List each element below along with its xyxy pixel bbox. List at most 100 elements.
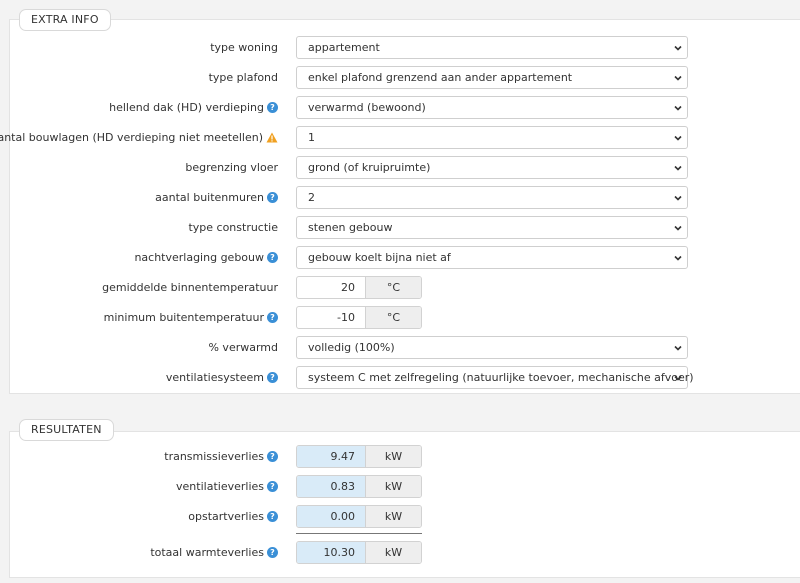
select-nachtverlaging[interactable]: gebouw koelt bijna niet af bbox=[296, 246, 688, 269]
unit-label: kW bbox=[365, 542, 421, 563]
chevron-down-icon bbox=[674, 195, 682, 201]
help-icon[interactable]: ? bbox=[267, 312, 278, 323]
select-aantal-buitenmuren[interactable]: 2 bbox=[296, 186, 688, 209]
chevron-down-icon bbox=[674, 375, 682, 381]
select-hellend-dak[interactable]: verwarmd (bewoond) bbox=[296, 96, 688, 119]
label-text: type plafond bbox=[208, 71, 278, 84]
row-type-constructie: type constructie stenen gebouw bbox=[0, 216, 800, 239]
label-aantal-bouwlagen: aantal bouwlagen (HD verdieping niet mee… bbox=[0, 126, 278, 149]
unit-label: kW bbox=[365, 476, 421, 497]
select-begrenzing-vloer[interactable]: grond (of kruipruimte) bbox=[296, 156, 688, 179]
chevron-down-icon bbox=[674, 165, 682, 171]
result-value: 0.83 bbox=[297, 476, 365, 497]
label-text: type woning bbox=[210, 41, 278, 54]
help-icon[interactable]: ? bbox=[267, 481, 278, 492]
label-text: aantal buitenmuren bbox=[155, 191, 264, 204]
help-icon[interactable]: ? bbox=[267, 372, 278, 383]
label-text: hellend dak (HD) verdieping bbox=[109, 101, 264, 114]
label-ventilatiesysteem: ventilatiesysteem? bbox=[166, 366, 278, 389]
result-value: 10.30 bbox=[297, 542, 365, 563]
select-value: verwarmd (bewoond) bbox=[308, 101, 426, 114]
unit-label: kW bbox=[365, 446, 421, 467]
help-icon[interactable]: ? bbox=[267, 102, 278, 113]
label-type-woning: type woning bbox=[210, 36, 278, 59]
row-binnentemperatuur: gemiddelde binnentemperatuur 20 °C bbox=[0, 276, 800, 299]
select-value: stenen gebouw bbox=[308, 221, 393, 234]
select-type-constructie[interactable]: stenen gebouw bbox=[296, 216, 688, 239]
chevron-down-icon bbox=[674, 75, 682, 81]
row-type-woning: type woning appartement bbox=[0, 36, 800, 59]
row-opstartverlies: opstartverlies? 0.00 kW bbox=[0, 505, 800, 528]
binnentemperatuur-field: 20 °C bbox=[296, 276, 422, 299]
row-ventilatiesysteem: ventilatiesysteem? systeem C met zelfreg… bbox=[0, 366, 800, 389]
label-text: ventilatiesysteem bbox=[165, 371, 264, 384]
label-text: totaal warmteverlies bbox=[150, 546, 264, 559]
help-icon[interactable]: ? bbox=[267, 252, 278, 263]
label-transmissieverlies: transmissieverlies? bbox=[164, 445, 278, 468]
label-text: begrenzing vloer bbox=[185, 161, 278, 174]
sum-divider bbox=[296, 533, 422, 534]
label-text: ventilatieverlies bbox=[176, 480, 264, 493]
row-verwarmd: % verwarmd volledig (100%) bbox=[0, 336, 800, 359]
label-type-constructie: type constructie bbox=[188, 216, 278, 239]
label-text: minimum buitentemperatuur bbox=[103, 311, 264, 324]
label-nachtverlaging: nachtverlaging gebouw? bbox=[134, 246, 278, 269]
chevron-down-icon bbox=[674, 45, 682, 51]
unit-label: °C bbox=[365, 307, 421, 328]
help-icon[interactable]: ? bbox=[267, 451, 278, 462]
help-icon[interactable]: ? bbox=[267, 547, 278, 558]
label-hellend-dak: hellend dak (HD) verdieping? bbox=[109, 96, 278, 119]
label-text: % verwarmd bbox=[208, 341, 278, 354]
help-icon[interactable]: ? bbox=[267, 192, 278, 203]
select-verwarmd[interactable]: volledig (100%) bbox=[296, 336, 688, 359]
result-value: 9.47 bbox=[297, 446, 365, 467]
buitentemperatuur-input[interactable]: -10 bbox=[297, 307, 365, 328]
label-binnentemperatuur: gemiddelde binnentemperatuur bbox=[102, 276, 278, 299]
chevron-down-icon bbox=[674, 345, 682, 351]
row-begrenzing-vloer: begrenzing vloer grond (of kruipruimte) bbox=[0, 156, 800, 179]
extra-info-legend: EXTRA INFO bbox=[19, 9, 111, 31]
label-text: transmissieverlies bbox=[164, 450, 264, 463]
opstartverlies-output: 0.00 kW bbox=[296, 505, 422, 528]
label-buitentemperatuur: minimum buitentemperatuur? bbox=[104, 306, 278, 329]
row-nachtverlaging: nachtverlaging gebouw? gebouw koelt bijn… bbox=[0, 246, 800, 269]
warning-icon[interactable] bbox=[266, 132, 278, 143]
row-type-plafond: type plafond enkel plafond grenzend aan … bbox=[0, 66, 800, 89]
select-type-woning[interactable]: appartement bbox=[296, 36, 688, 59]
select-value: grond (of kruipruimte) bbox=[308, 161, 431, 174]
select-value: volledig (100%) bbox=[308, 341, 395, 354]
label-begrenzing-vloer: begrenzing vloer bbox=[185, 156, 278, 179]
select-value: systeem C met zelfregeling (natuurlijke … bbox=[308, 371, 694, 384]
help-icon[interactable]: ? bbox=[267, 511, 278, 522]
label-text: opstartverlies bbox=[188, 510, 264, 523]
row-transmissieverlies: transmissieverlies? 9.47 kW bbox=[0, 445, 800, 468]
label-ventilatieverlies: ventilatieverlies? bbox=[176, 475, 278, 498]
select-type-plafond[interactable]: enkel plafond grenzend aan ander apparte… bbox=[296, 66, 688, 89]
select-ventilatiesysteem[interactable]: systeem C met zelfregeling (natuurlijke … bbox=[296, 366, 694, 389]
unit-label: kW bbox=[365, 506, 421, 527]
row-totaal-warmteverlies: totaal warmteverlies? 10.30 kW bbox=[0, 541, 800, 564]
chevron-down-icon bbox=[674, 105, 682, 111]
label-text: nachtverlaging gebouw bbox=[134, 251, 264, 264]
select-value: enkel plafond grenzend aan ander apparte… bbox=[308, 71, 573, 84]
label-text: type constructie bbox=[188, 221, 278, 234]
transmissieverlies-output: 9.47 kW bbox=[296, 445, 422, 468]
chevron-down-icon bbox=[674, 225, 682, 231]
select-value: 2 bbox=[308, 191, 315, 204]
label-aantal-buitenmuren: aantal buitenmuren? bbox=[155, 186, 278, 209]
row-buitentemperatuur: minimum buitentemperatuur? -10 °C bbox=[0, 306, 800, 329]
label-type-plafond: type plafond bbox=[209, 66, 278, 89]
label-text: aantal bouwlagen (HD verdieping niet mee… bbox=[0, 131, 263, 144]
buitentemperatuur-field: -10 °C bbox=[296, 306, 422, 329]
result-value: 0.00 bbox=[297, 506, 365, 527]
unit-label: °C bbox=[365, 277, 421, 298]
chevron-down-icon bbox=[674, 135, 682, 141]
label-opstartverlies: opstartverlies? bbox=[188, 505, 278, 528]
select-value: appartement bbox=[308, 41, 380, 54]
select-value: 1 bbox=[308, 131, 315, 144]
totaal-warmteverlies-output: 10.30 kW bbox=[296, 541, 422, 564]
binnentemperatuur-input[interactable]: 20 bbox=[297, 277, 365, 298]
row-hellend-dak: hellend dak (HD) verdieping? verwarmd (b… bbox=[0, 96, 800, 119]
select-value: gebouw koelt bijna niet af bbox=[308, 251, 451, 264]
select-aantal-bouwlagen[interactable]: 1 bbox=[296, 126, 688, 149]
